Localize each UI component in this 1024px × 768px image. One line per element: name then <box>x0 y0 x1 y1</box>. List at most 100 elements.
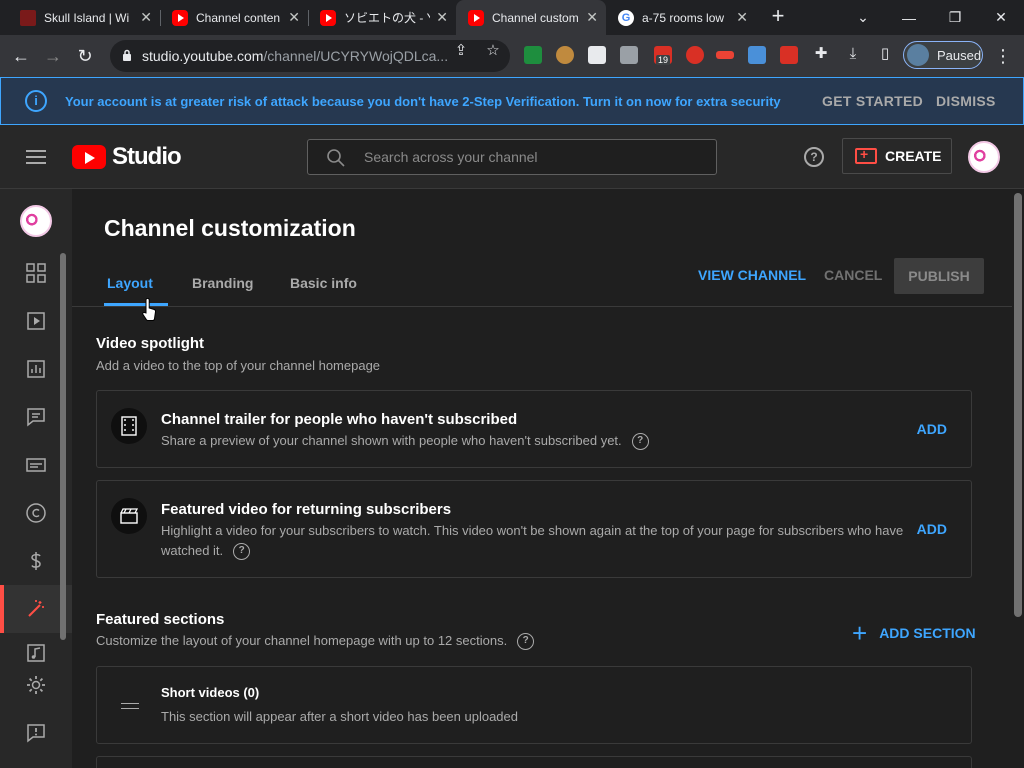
youtube-logo-icon <box>72 145 106 169</box>
browser-menu-icon[interactable]: ⋮ <box>994 43 1012 69</box>
profile-paused-button[interactable]: Paused <box>903 41 983 69</box>
close-window-icon[interactable]: ✕ <box>978 0 1024 35</box>
dismiss-button[interactable]: DISMISS <box>936 78 996 124</box>
create-button[interactable]: CREATE <box>842 138 952 174</box>
lock-icon <box>123 49 131 61</box>
forward-icon[interactable]: → <box>38 41 68 71</box>
url-text: studio.youtube.com/channel/UCYRYWojQDLca… <box>142 40 448 72</box>
sidebar-item-feedback[interactable] <box>0 709 72 757</box>
profile-status-label: Paused <box>937 47 982 63</box>
info-icon: i <box>25 90 47 112</box>
music-note-icon <box>27 644 45 662</box>
studio-logo[interactable]: Studio <box>72 143 182 171</box>
download-icon[interactable]: ⤓ <box>844 45 862 63</box>
help-icon[interactable]: ? <box>631 433 649 451</box>
hamburger-menu-icon[interactable] <box>26 150 46 164</box>
help-icon[interactable]: ? <box>517 633 535 651</box>
new-tab-icon[interactable]: + <box>766 5 790 29</box>
minimize-icon[interactable]: — <box>886 0 932 35</box>
youtube-extension-icon[interactable] <box>780 46 798 64</box>
browser-tab[interactable]: Skull Island | Wi ✕ <box>8 0 160 35</box>
search-bar[interactable]: Search across your channel <box>307 139 717 175</box>
security-warning-banner: i Your account is at greater risk of att… <box>0 77 1024 125</box>
main-scrollbar[interactable] <box>1012 189 1024 768</box>
extension-icon[interactable] <box>620 46 638 64</box>
cancel-button[interactable]: CANCEL <box>824 267 882 283</box>
main-content: Channel customization Layout Branding Ba… <box>72 189 1012 768</box>
youtube-icon <box>320 9 336 26</box>
address-bar[interactable]: studio.youtube.com/channel/UCYRYWojQDLca… <box>110 40 510 72</box>
active-tab-indicator <box>104 303 168 306</box>
extension-badge-icon[interactable]: 19 <box>654 46 672 65</box>
back-icon[interactable]: ← <box>6 41 36 71</box>
close-tab-icon[interactable]: ✕ <box>140 9 152 26</box>
share-icon[interactable]: ⇪ <box>452 42 470 60</box>
bookmark-star-icon[interactable]: ☆ <box>484 42 502 60</box>
browser-tab[interactable]: G a-75 rooms low ✕ <box>606 0 756 35</box>
extension-icon[interactable] <box>588 46 606 64</box>
film-strip-icon <box>111 408 147 444</box>
close-tab-icon[interactable]: ✕ <box>436 9 448 26</box>
browser-tab[interactable]: Channel conten ✕ <box>160 0 308 35</box>
tab-title: Channel conten <box>196 10 281 25</box>
youtube-icon <box>172 9 188 26</box>
sidebar-item-settings[interactable] <box>0 661 72 709</box>
extension-badge-count: 19 <box>656 55 671 65</box>
close-tab-icon[interactable]: ✕ <box>288 9 300 26</box>
view-channel-button[interactable]: VIEW CHANNEL <box>698 267 806 283</box>
reload-icon[interactable]: ↻ <box>70 41 100 71</box>
skull-island-icon <box>20 9 36 26</box>
add-section-button[interactable]: + ADD SECTION <box>852 618 976 648</box>
tab-basic-info[interactable]: Basic info <box>290 275 357 291</box>
publish-button[interactable]: PUBLISH <box>894 258 984 294</box>
channel-trailer-title: Channel trailer for people who haven't s… <box>161 411 518 428</box>
featured-sections-heading: Featured sections <box>96 611 225 628</box>
plus-icon: + <box>852 618 868 648</box>
close-tab-icon[interactable]: ✕ <box>736 9 748 26</box>
restore-icon[interactable]: ❐ <box>932 0 978 35</box>
cookie-extension-icon[interactable] <box>556 46 574 64</box>
channel-avatar[interactable] <box>20 205 52 237</box>
feedback-icon <box>27 724 45 743</box>
puzzle-extensions-icon[interactable]: ✚ <box>812 45 830 63</box>
drag-handle-icon[interactable] <box>121 703 139 709</box>
tab-title: ソビエトの犬 - You <box>344 11 430 25</box>
get-started-button[interactable]: GET STARTED <box>822 78 923 124</box>
add-section-label: ADD SECTION <box>879 625 976 641</box>
tab-title: Skull Island | Wi <box>44 10 130 25</box>
gear-icon <box>27 676 45 694</box>
close-tab-icon[interactable]: ✕ <box>586 9 598 26</box>
tab-title: a-75 rooms low <box>642 10 725 25</box>
tab-title: Channel custom <box>492 10 579 25</box>
featured-video-desc: Highlight a video for your subscribers t… <box>161 523 904 558</box>
extension-icon[interactable] <box>748 46 766 64</box>
analytics-icon <box>27 360 45 378</box>
magic-wand-icon <box>28 600 44 617</box>
search-input[interactable]: Search across your channel <box>364 140 538 174</box>
page-title: Channel customization <box>104 215 356 241</box>
comments-icon <box>27 408 45 427</box>
extension-icon[interactable] <box>716 51 734 59</box>
extension-s-icon[interactable] <box>524 46 542 64</box>
browser-toolbar: ← → ↻ studio.youtube.com/channel/UCYRYWo… <box>0 35 1024 77</box>
add-trailer-button[interactable]: ADD <box>917 421 947 437</box>
help-icon[interactable]: ? <box>804 147 824 167</box>
tab-search-chevron-icon[interactable]: ⌄ <box>840 0 886 35</box>
tab-layout[interactable]: Layout <box>107 275 153 291</box>
side-panel-icon[interactable]: ▯ <box>876 45 894 63</box>
banner-message: Your account is at greater risk of attac… <box>65 93 781 109</box>
scrollbar-thumb[interactable] <box>1014 193 1022 617</box>
content-play-icon <box>27 312 45 330</box>
help-icon[interactable]: ? <box>233 543 251 561</box>
featured-sections-subtitle: Customize the layout of your channel hom… <box>96 633 508 648</box>
browser-tab-active[interactable]: Channel custom ✕ <box>456 0 606 35</box>
section-desc: This section will appear after a short v… <box>161 709 518 724</box>
browser-tab[interactable]: ソビエトの犬 - You ✕ <box>308 0 456 35</box>
extension-icon[interactable] <box>686 46 704 64</box>
sidebar-scrollbar[interactable] <box>60 253 66 640</box>
add-featured-video-button[interactable]: ADD <box>917 521 947 537</box>
search-icon <box>327 149 345 167</box>
tab-branding[interactable]: Branding <box>192 275 253 291</box>
create-video-icon <box>855 146 877 164</box>
account-avatar[interactable] <box>968 141 1000 173</box>
